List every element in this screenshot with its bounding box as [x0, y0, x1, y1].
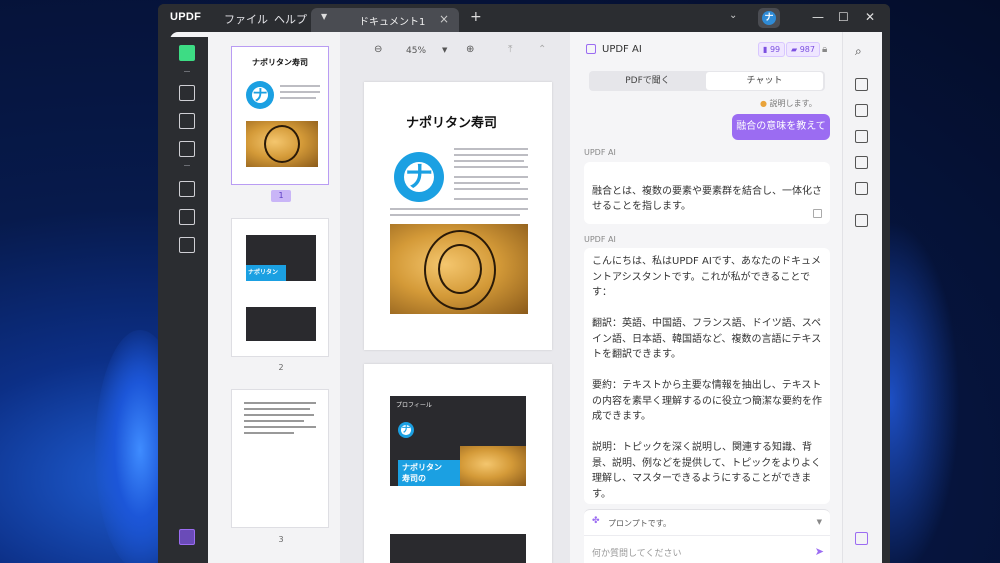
credit-badge-b[interactable]: ▰ 987 — [786, 42, 820, 57]
chevron-down-icon: ▼ — [816, 518, 822, 526]
page-number-3: 3 — [278, 535, 284, 544]
prompt-icon: ✤ — [592, 516, 600, 526]
updf-window: UPDF ファイル ヘルプ ▼ ドキュメント1 × + ⌄ ナ — ☐ ✕ ナポ… — [158, 4, 890, 563]
logo-image: ナ — [246, 81, 274, 109]
reader-tool-icon[interactable] — [179, 45, 195, 61]
tab-chat[interactable]: チャット — [706, 72, 823, 90]
divider — [184, 165, 190, 166]
ai-panel-title: UPDF AI — [602, 44, 642, 55]
divider — [184, 71, 190, 72]
first-page-icon[interactable]: ⤒ — [508, 44, 512, 55]
zoom-dropdown-icon[interactable]: ▼ — [442, 46, 447, 54]
minimize-button[interactable]: — — [812, 10, 824, 24]
logo-image: ナ — [398, 422, 414, 438]
crop-tool-icon[interactable] — [179, 209, 195, 225]
tab-close-icon[interactable]: × — [439, 12, 449, 26]
zoom-level[interactable]: 45% — [406, 46, 426, 56]
document-tab[interactable]: ▼ ドキュメント1 × — [311, 8, 459, 32]
zoom-out-button[interactable]: ⊖ — [374, 44, 382, 55]
chevron-down-icon[interactable]: ⌄ — [729, 10, 737, 21]
share-icon[interactable] — [855, 156, 868, 169]
tab-pdf-ask[interactable]: PDFで聞く — [589, 71, 706, 91]
protect-icon[interactable] — [855, 130, 868, 143]
maximize-button[interactable]: ☐ — [838, 10, 849, 24]
menu-help[interactable]: ヘルプ — [274, 11, 307, 27]
assistant-label: UPDF AI — [584, 148, 616, 157]
send-icon[interactable]: ➤ — [815, 545, 824, 558]
thumbnail-panel: ナポリタン寿司 ナ 1 ナポリタン 2 3 — [208, 32, 340, 563]
thumbnail-page-3[interactable] — [231, 389, 329, 528]
ai-sidebar-icon[interactable] — [855, 532, 868, 545]
close-window-button[interactable]: ✕ — [865, 10, 875, 24]
layers-icon[interactable] — [179, 529, 195, 545]
form-tool-icon[interactable] — [179, 141, 195, 157]
new-tab-button[interactable]: + — [470, 9, 482, 25]
tab-title: ドキュメント1 — [359, 17, 426, 28]
chat-input-area: ✤ プロンプトです。 ▼ 何か質問してください ➤ — [584, 509, 830, 563]
page2-banner: ナポリタン 寿司の — [398, 460, 460, 486]
tab-dropdown-icon[interactable]: ▼ — [321, 12, 327, 21]
previous-page-icon[interactable]: ⌃ — [538, 44, 546, 55]
page-tools-icon[interactable] — [179, 237, 195, 253]
organize-pages-icon[interactable] — [179, 181, 195, 197]
zoom-in-button[interactable]: ⊕ — [466, 44, 474, 55]
assistant-message-2: こんにちは、私はUPDF AIです、あなたのドキュメントアシスタントです。これが… — [584, 248, 830, 504]
chat-input[interactable]: 何か質問してください — [592, 546, 681, 559]
email-icon[interactable] — [855, 182, 868, 195]
pdf-page-1: ナポリタン寿司 ナ — [364, 82, 552, 350]
left-tool-rail — [170, 37, 210, 563]
comment-tool-icon[interactable] — [179, 85, 195, 101]
thumbnail-page-1[interactable]: ナポリタン寿司 ナ — [231, 46, 329, 185]
photo-image — [390, 224, 528, 314]
photo-image — [460, 446, 526, 486]
ai-avatar-icon: ナ — [762, 11, 776, 25]
title-bar: UPDF ファイル ヘルプ ▼ ドキュメント1 × + ⌄ ナ — ☐ ✕ — [158, 4, 890, 32]
thumbnail-page-2[interactable]: ナポリタン — [231, 218, 329, 357]
assistant-message-1: 融合とは、複数の要素や要素群を結合し、一体化させることを指します。 — [584, 162, 830, 224]
copy-icon[interactable] — [813, 209, 822, 218]
ocr-icon[interactable] — [855, 78, 868, 91]
updf-logo[interactable]: UPDF — [170, 11, 201, 23]
document-viewer: ⊖ 45% ▼ ⊕ ⤒ ⌃ ナポリタン寿司 ナ プロフィール ナ ナポリタン 寿… — [340, 32, 570, 563]
lock-icon[interactable]: 🔒︎ — [822, 44, 827, 55]
prompt-selector[interactable]: ✤ プロンプトです。 ▼ — [584, 510, 830, 536]
convert-icon[interactable] — [855, 104, 868, 117]
mode-switch: PDFで聞く チャット — [589, 71, 825, 91]
pdf-page-2: プロフィール ナ ナポリタン 寿司の — [364, 364, 552, 563]
credit-badge-a[interactable]: ▮ 99 — [758, 42, 786, 57]
search-icon[interactable]: ⌕ — [855, 44, 862, 59]
page-number-2: 2 — [278, 363, 284, 372]
page-number-1: 1 — [271, 190, 291, 202]
save-icon[interactable] — [855, 214, 868, 227]
right-tool-rail: ⌕ — [842, 32, 882, 563]
ai-chat-panel: UPDF AI ▮ 99 ▰ 987 🔒︎ PDFで聞く チャット ● 説明しま… — [570, 32, 842, 563]
ai-assistant-button[interactable]: ナ — [758, 8, 780, 28]
edit-tool-icon[interactable] — [179, 113, 195, 129]
logo-image: ナ — [394, 152, 444, 202]
user-message: 融合の意味を教えて — [732, 114, 830, 140]
photo-image — [246, 121, 318, 167]
ai-logo-icon — [586, 44, 596, 54]
hint-text: ● 説明します。 — [760, 99, 817, 108]
menu-file[interactable]: ファイル — [224, 11, 268, 27]
document-title: ナポリタン寿司 — [406, 116, 498, 131]
assistant-label: UPDF AI — [584, 235, 616, 244]
